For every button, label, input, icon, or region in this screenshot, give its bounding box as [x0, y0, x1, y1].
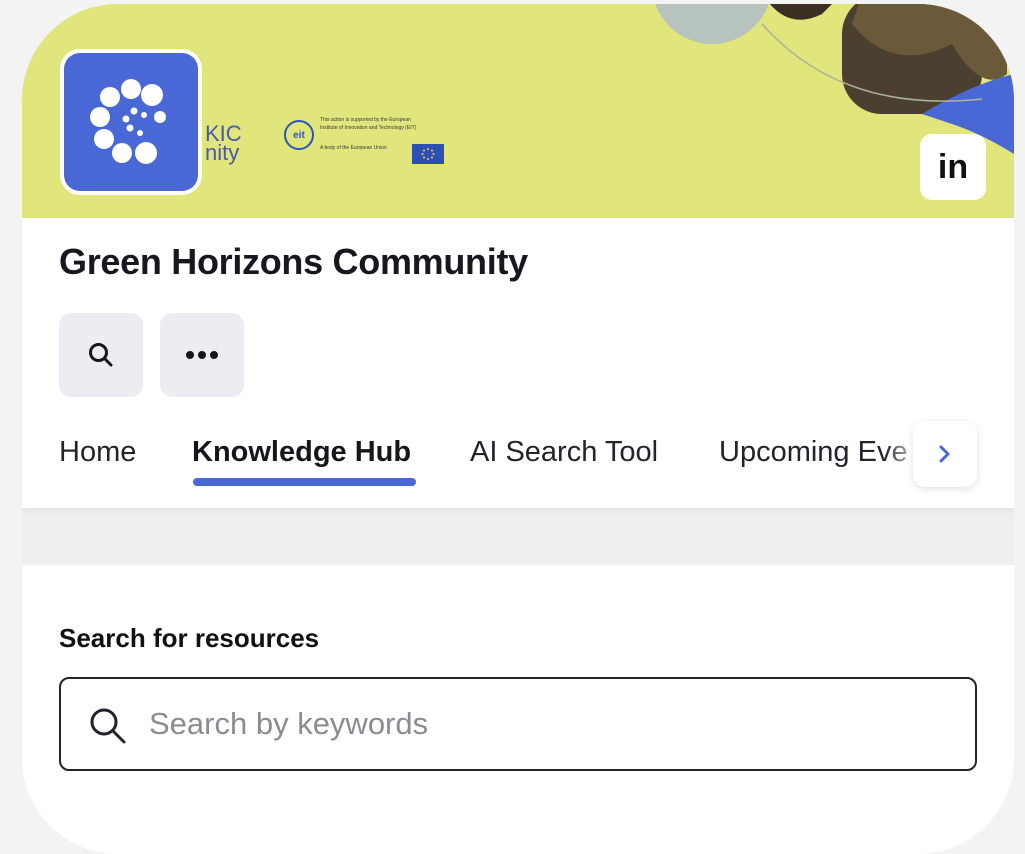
tab-knowledge-hub[interactable]: Knowledge Hub	[192, 436, 411, 469]
linkedin-icon: in	[937, 147, 969, 186]
tabs-scroll-right-button[interactable]	[913, 421, 977, 487]
community-banner: KIC nity eit This action is supported by…	[22, 4, 1014, 218]
tab-home[interactable]: Home	[59, 436, 136, 469]
page-title: Green Horizons Community	[59, 241, 528, 282]
search-field[interactable]	[59, 677, 977, 771]
tab-upcoming-events[interactable]: Upcoming Eve	[719, 436, 908, 469]
eu-flag-icon	[412, 144, 444, 164]
search-icon	[89, 343, 113, 367]
tab-ai-search-tool[interactable]: AI Search Tool	[470, 436, 658, 469]
search-section-heading: Search for resources	[59, 623, 320, 653]
search-button[interactable]	[59, 313, 143, 397]
resource-search-section: Search for resources	[22, 565, 1014, 854]
active-tab-indicator	[193, 478, 416, 486]
chevron-right-icon	[939, 445, 950, 463]
tab-bar: Home Knowledge Hub AI Search Tool Upcomi…	[22, 432, 1014, 492]
community-logo	[60, 49, 202, 195]
linkedin-button[interactable]: in	[920, 134, 986, 200]
search-icon	[90, 708, 126, 744]
community-logo-icon	[90, 79, 166, 164]
app-screen: KIC nity eit This action is supported by…	[22, 4, 1014, 854]
community-header: Green Horizons Community Home Knowledge …	[22, 218, 1014, 508]
search-input[interactable]	[149, 697, 949, 751]
eit-support-text: This action is supported by the European	[320, 117, 411, 123]
eit-logo-text: eit	[293, 129, 305, 141]
more-horizontal-icon	[186, 351, 218, 359]
banner-brand-text: nity	[205, 140, 240, 165]
eit-logo-icon: eit	[284, 120, 314, 150]
eit-support-text: A body of the European Union	[320, 145, 387, 151]
eit-support-text: Institute of Innovation and Technology (…	[320, 125, 417, 131]
more-options-button[interactable]	[160, 313, 244, 397]
